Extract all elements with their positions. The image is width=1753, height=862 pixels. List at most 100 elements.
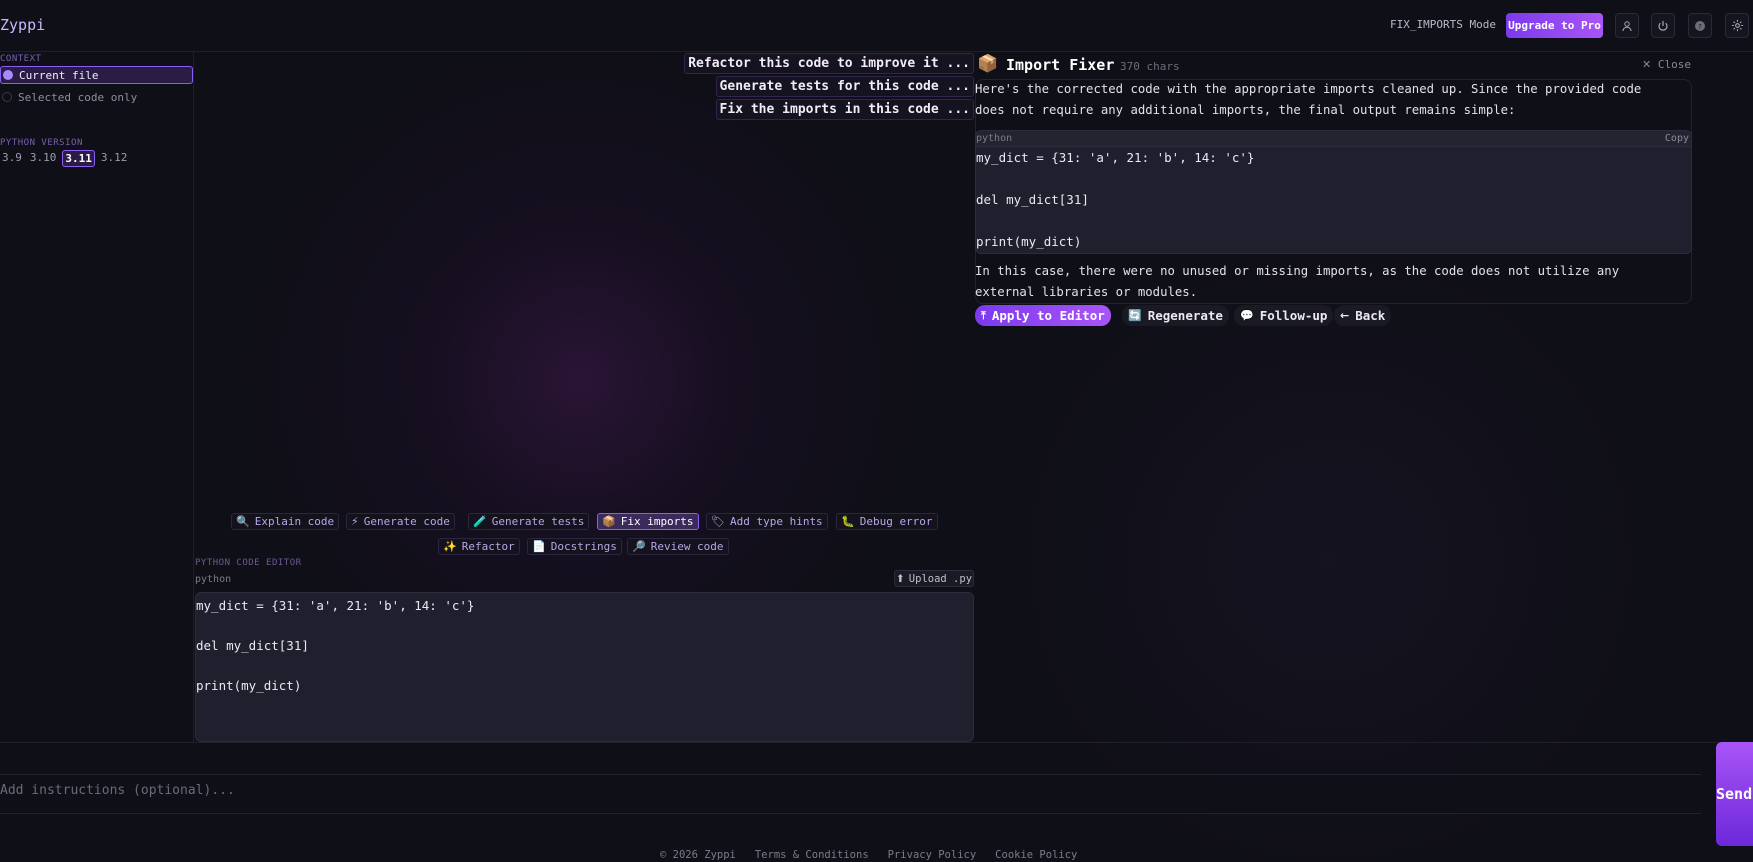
user-icon[interactable] — [1615, 13, 1639, 38]
footer: © 2026 Zyppi Terms & Conditions Privacy … — [660, 849, 1077, 861]
code-block-language: python — [976, 133, 1013, 144]
version-option[interactable]: 3.12 — [99, 150, 130, 167]
radio-unselected-icon — [2, 92, 12, 102]
footer-link-cookie[interactable]: Cookie Policy — [995, 849, 1077, 861]
generate-code-button[interactable]: ⚡ Generate code — [346, 513, 455, 530]
lightning-icon: ⚡ — [351, 515, 359, 528]
chip-label: Generate code — [363, 515, 450, 528]
response-text-line: Here's the corrected code with the appro… — [975, 82, 1642, 96]
fix-imports-button[interactable]: 📦 Fix imports — [597, 513, 699, 530]
chip-label: Explain code — [254, 515, 335, 528]
settings-icon[interactable] — [1725, 13, 1749, 38]
upgrade-button[interactable]: Upgrade to Pro — [1506, 13, 1603, 38]
response-outro: In this case, there were no unused or mi… — [975, 261, 1692, 303]
close-icon: ✕ — [1642, 58, 1652, 71]
mode-indicator: FIX_IMPORTS Mode — [1390, 18, 1496, 31]
button-label: Regenerate — [1147, 308, 1223, 323]
power-icon[interactable] — [1651, 13, 1675, 38]
context-option-label: Current file — [19, 68, 99, 82]
back-button[interactable]: ← Back — [1334, 305, 1392, 326]
follow-up-button[interactable]: 💬 Follow-up — [1234, 305, 1334, 326]
chip-label: Refactor — [461, 540, 515, 553]
version-option[interactable]: 3.9 — [0, 150, 24, 167]
response-text-line: does not require any additional imports,… — [975, 103, 1516, 117]
code-line: print(my_dict) — [196, 678, 302, 693]
chat-bubble-icon: 💬 — [1240, 309, 1254, 322]
chip-label: Review code — [650, 540, 724, 553]
review-icon: 🔎 — [632, 540, 646, 553]
response-title: Import Fixer — [1006, 56, 1115, 74]
context-label: CONTEXT — [0, 54, 42, 64]
version-option[interactable]: 3.10 — [28, 150, 59, 167]
send-button[interactable]: Send — [1716, 742, 1753, 846]
close-label: Close — [1657, 58, 1691, 71]
editor-section-label: PYTHON CODE EDITOR — [195, 558, 302, 568]
response-code-block: python Copy my_dict = {31: 'a', 21: 'b',… — [975, 130, 1692, 254]
suggestion-refactor[interactable]: Refactor this code to improve it ... — [684, 53, 974, 74]
context-option-selected-code[interactable]: Selected code only — [0, 88, 193, 106]
response-intro: Here's the corrected code with the appro… — [975, 79, 1692, 121]
upload-label: Upload .py — [908, 572, 973, 585]
upload-button[interactable]: ⬆ Upload .py — [894, 570, 974, 587]
bug-icon: 🐛 — [841, 515, 855, 528]
code-block-header: python Copy — [976, 131, 1691, 147]
char-count: 370 chars — [1120, 60, 1180, 73]
refresh-icon: 🔄 — [1128, 309, 1142, 322]
top-bar: Zyppi FIX_IMPORTS Mode Upgrade to Pro ? — [0, 0, 1753, 52]
response-text-line: external libraries or modules. — [975, 285, 1198, 299]
sidebar: CONTEXT Current file Selected code only … — [0, 52, 194, 742]
debug-error-button[interactable]: 🐛 Debug error — [836, 513, 938, 530]
apply-to-editor-button[interactable]: ⤒ Apply to Editor — [975, 305, 1111, 326]
context-option-current-file[interactable]: Current file — [0, 66, 193, 84]
divider — [0, 742, 1753, 743]
package-icon: 📦 — [977, 54, 999, 74]
chip-label: Generate tests — [491, 515, 585, 528]
test-tube-icon: 🧪 — [473, 515, 487, 528]
code-line: my_dict = {31: 'a', 21: 'b', 14: 'c'} — [196, 598, 475, 613]
generate-tests-button[interactable]: 🧪 Generate tests — [468, 513, 590, 530]
review-code-button[interactable]: 🔎 Review code — [627, 538, 729, 555]
response-text-line: In this case, there were no unused or mi… — [975, 264, 1620, 278]
upload-icon: ⬆ — [895, 572, 905, 585]
package-icon: 📦 — [602, 515, 616, 528]
copy-button[interactable]: Copy — [1665, 133, 1689, 144]
python-version-label: PYTHON VERSION — [0, 138, 83, 148]
apply-icon: ⤒ — [981, 308, 986, 322]
code-line: del my_dict[31] — [196, 638, 309, 653]
button-label: Back — [1355, 308, 1386, 323]
suggestion-fix-imports[interactable]: Fix the imports in this code ... — [715, 99, 974, 120]
suggestion-generate-tests[interactable]: Generate tests for this code ... — [715, 76, 974, 97]
help-icon[interactable]: ? — [1688, 13, 1712, 38]
python-version-selector: 3.9 3.10 3.11 3.12 — [0, 150, 129, 167]
copyright: © 2026 Zyppi — [660, 849, 736, 861]
svg-text:?: ? — [1698, 23, 1702, 31]
footer-link-terms[interactable]: Terms & Conditions — [755, 849, 869, 861]
docstrings-button[interactable]: 📄 Docstrings — [527, 538, 622, 555]
refactor-button[interactable]: ✨ Refactor — [438, 538, 520, 555]
sparkles-icon: ✨ — [443, 540, 457, 553]
explain-code-button[interactable]: 🔍 Explain code — [231, 513, 340, 530]
brand-logo[interactable]: Zyppi — [0, 16, 45, 34]
regenerate-button[interactable]: 🔄 Regenerate — [1122, 305, 1229, 326]
footer-link-privacy[interactable]: Privacy Policy — [888, 849, 977, 861]
code-block-body: my_dict = {31: 'a', 21: 'b', 14: 'c'} de… — [976, 147, 1691, 252]
instructions-input[interactable]: Add instructions (optional)... — [0, 774, 1701, 814]
code-line: print(my_dict) — [976, 234, 1082, 249]
button-label: Apply to Editor — [991, 308, 1105, 323]
document-icon: 📄 — [532, 540, 546, 553]
chip-label: Debug error — [859, 515, 933, 528]
close-button[interactable]: ✕ Close — [1642, 58, 1691, 71]
chip-label: Add type hints — [729, 515, 823, 528]
version-option-selected[interactable]: 3.11 — [62, 150, 95, 167]
radio-selected-icon — [3, 70, 13, 80]
chip-label: Fix imports — [620, 515, 694, 528]
code-editor[interactable]: my_dict = {31: 'a', 21: 'b', 14: 'c'} de… — [195, 592, 974, 742]
code-line: my_dict = {31: 'a', 21: 'b', 14: 'c'} — [976, 150, 1255, 165]
add-type-hints-button[interactable]: 🏷 Add type hints — [706, 513, 828, 530]
code-line: del my_dict[31] — [976, 192, 1089, 207]
arrow-left-icon: ← — [1340, 309, 1350, 322]
